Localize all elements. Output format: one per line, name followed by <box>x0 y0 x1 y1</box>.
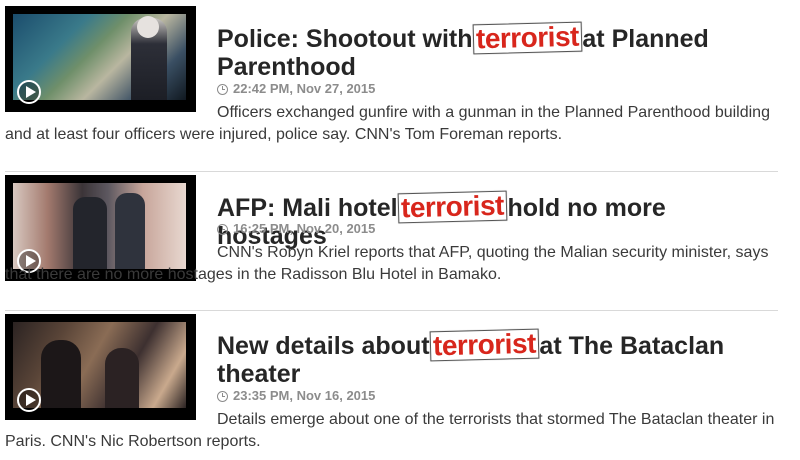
story-headline[interactable]: New details aboutterrorist at The Batacla… <box>217 328 777 388</box>
story-timestamp: 22:42 PM, Nov 27, 2015 <box>217 82 375 96</box>
video-list-item[interactable]: New details aboutterrorist at The Batacla… <box>0 311 780 460</box>
video-thumbnail[interactable] <box>5 6 196 112</box>
clock-icon <box>217 223 228 235</box>
story-timestamp: 16:25 PM, Nov 20, 2015 <box>217 222 375 236</box>
headline-text: Police: Shootout with <box>217 25 473 53</box>
headline-text: AFP: Mali hotel <box>217 194 398 222</box>
story-headline[interactable]: Police: Shootout withterrorist at Planned… <box>217 21 777 81</box>
story-description: Officers exchanged gunfire with a gunman… <box>5 104 770 143</box>
timestamp-text: 16:25 PM, Nov 20, 2015 <box>233 221 376 236</box>
clock-icon <box>217 83 228 95</box>
timestamp-text: 22:42 PM, Nov 27, 2015 <box>233 81 376 96</box>
play-icon[interactable] <box>17 80 41 104</box>
headline-text: New details about <box>217 332 430 360</box>
terrorist-stamp: terrorist <box>429 328 539 362</box>
timestamp-text: 23:35 PM, Nov 16, 2015 <box>233 388 376 403</box>
video-list-item[interactable]: Police: Shootout withterrorist at Planned… <box>0 0 780 160</box>
story-timestamp: 23:35 PM, Nov 16, 2015 <box>217 389 375 403</box>
story-description: Details emerge about one of the terroris… <box>5 411 775 450</box>
clock-icon <box>217 390 228 402</box>
terrorist-stamp: terrorist <box>472 21 582 55</box>
video-thumbnail[interactable] <box>5 314 196 420</box>
video-list-item[interactable]: AFP: Mali hotelterrorist hold no more hos… <box>0 172 780 307</box>
terrorist-stamp: terrorist <box>397 190 507 224</box>
story-description: CNN's Robyn Kriel reports that AFP, quot… <box>5 244 769 283</box>
